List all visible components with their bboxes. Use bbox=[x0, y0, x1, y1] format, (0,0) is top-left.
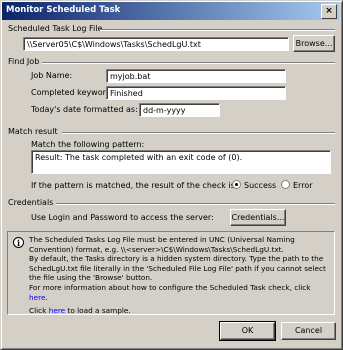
info-panel: i The Scheduled Tasks Log File must be e… bbox=[7, 231, 335, 315]
pattern-label: Match the following pattern: bbox=[31, 140, 145, 149]
window-title: Monitor Scheduled Task bbox=[6, 5, 121, 15]
match-result-section-label: Match result bbox=[8, 127, 58, 136]
completed-keyword-label: Completed keyword: bbox=[31, 88, 114, 97]
load-sample-link[interactable]: here bbox=[49, 306, 65, 315]
error-radio[interactable] bbox=[281, 180, 290, 189]
close-icon[interactable]: × bbox=[321, 4, 337, 19]
info-sample-end: to load a sample. bbox=[65, 306, 131, 316]
info-paragraph-unc: The Scheduled Tasks Log File must be ent… bbox=[29, 235, 295, 254]
info-paragraph-hidden-dir: By default, the Tasks directory is a hid… bbox=[29, 254, 326, 283]
job-name-input[interactable]: myjob.bat bbox=[106, 69, 286, 83]
log-file-path-input[interactable]: \\Server05\C$\Windows\Tasks\SchedLgU.txt bbox=[23, 37, 289, 51]
info-more-text: For more information about how to config… bbox=[29, 282, 311, 292]
find-job-section-label: Find Job bbox=[8, 57, 40, 66]
help-link[interactable]: here bbox=[29, 293, 45, 302]
browse-button[interactable]: Browse... bbox=[293, 35, 335, 52]
divider bbox=[56, 203, 335, 205]
title-bar[interactable]: Monitor Scheduled Task × bbox=[2, 2, 339, 20]
success-radio-label[interactable]: Success bbox=[244, 181, 276, 190]
error-radio-label[interactable]: Error bbox=[293, 181, 313, 190]
cancel-button[interactable]: Cancel bbox=[281, 322, 336, 340]
pattern-textarea[interactable]: Result: The task completed with an exit … bbox=[31, 150, 331, 174]
date-format-input[interactable]: dd-m-yyyy bbox=[139, 103, 220, 117]
info-more-end: . bbox=[45, 292, 48, 302]
date-format-label: Today's date formatted as: bbox=[31, 105, 138, 114]
divider bbox=[42, 62, 335, 64]
info-sample-text: Click bbox=[29, 306, 49, 316]
info-icon: i bbox=[13, 237, 24, 248]
credentials-label: Use Login and Password to access the ser… bbox=[31, 213, 214, 222]
credentials-section-label: Credentials bbox=[8, 198, 54, 207]
log-file-section-label: Scheduled Task Log File bbox=[8, 24, 103, 33]
info-paragraph-more-info: For more information about how to config… bbox=[29, 283, 329, 302]
result-label: If the pattern is matched, the result of… bbox=[31, 181, 238, 190]
divider bbox=[62, 132, 335, 134]
success-radio[interactable] bbox=[232, 180, 241, 189]
info-paragraph-sample: Click here to load a sample. bbox=[29, 306, 329, 316]
ok-button[interactable]: OK bbox=[219, 321, 276, 341]
job-name-label: Job Name: bbox=[31, 71, 73, 80]
completed-keyword-input[interactable]: Finished bbox=[106, 86, 286, 100]
info-text: The Scheduled Tasks Log File must be ent… bbox=[29, 235, 329, 316]
credentials-button[interactable]: Credentials... bbox=[230, 209, 286, 226]
divider bbox=[100, 29, 335, 31]
